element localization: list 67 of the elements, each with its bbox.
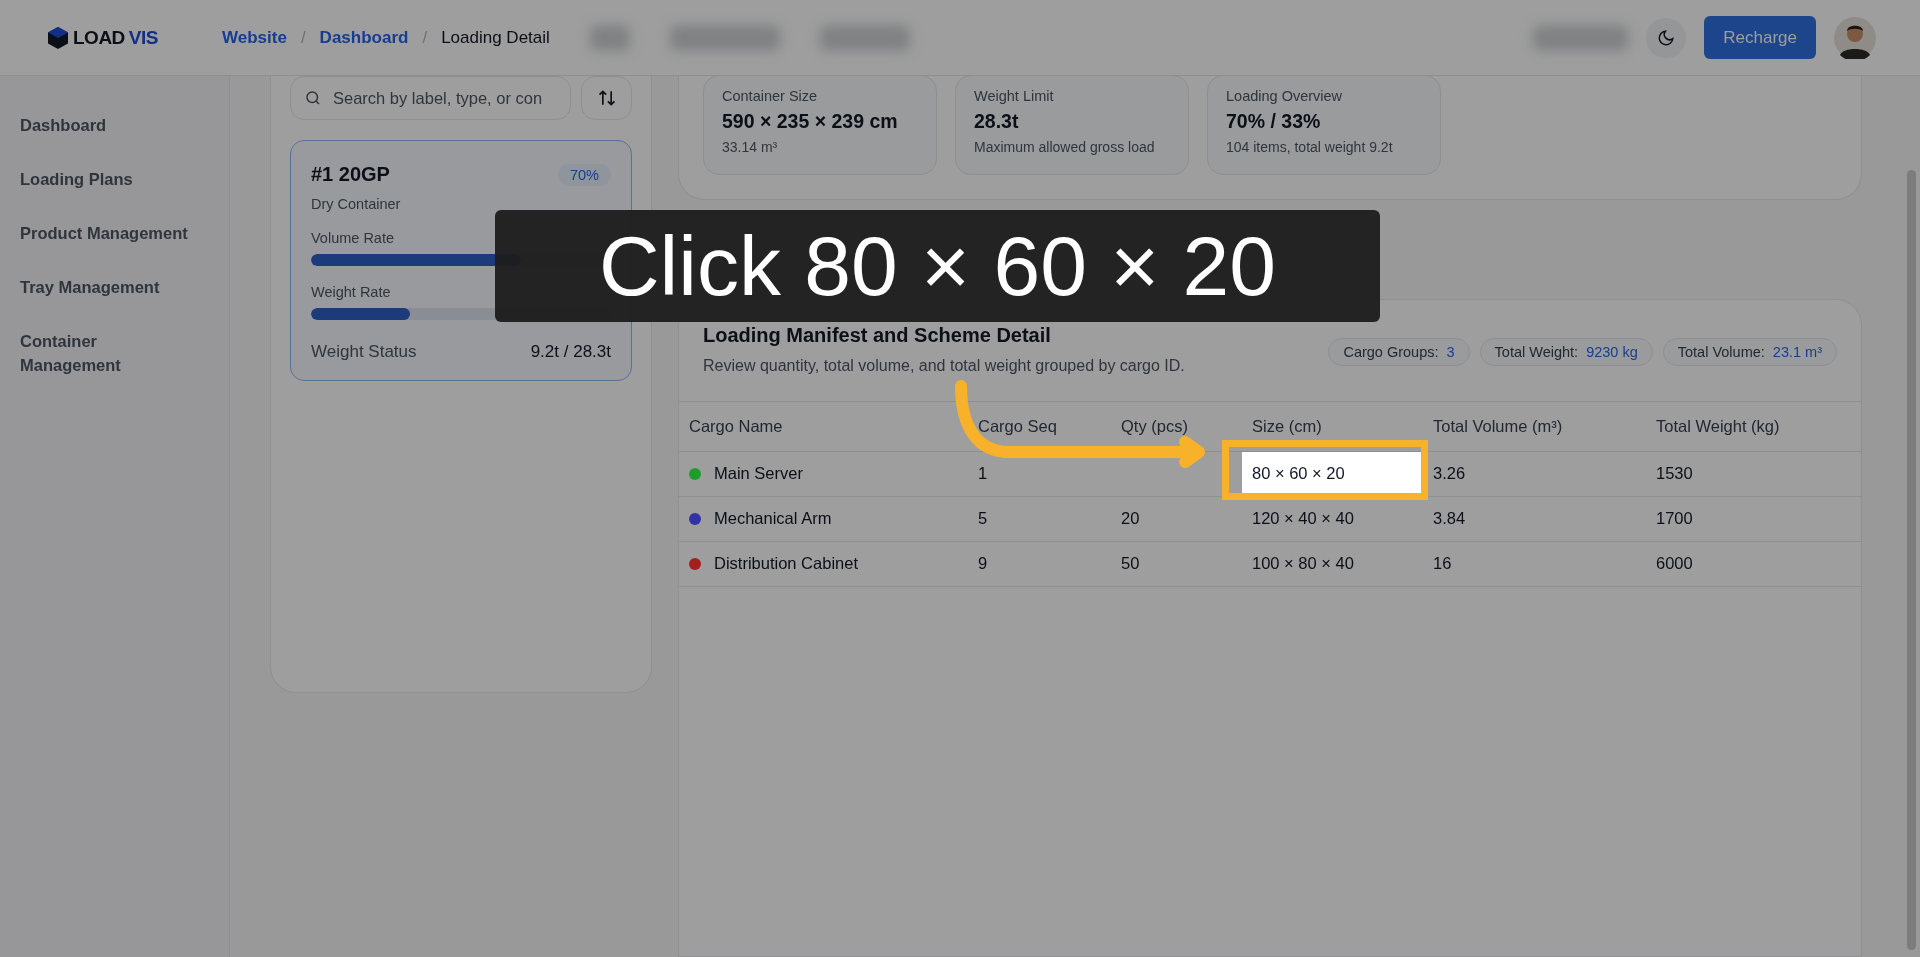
table-cell: 20 (1111, 496, 1242, 541)
sidebar-item[interactable]: Loading Plans (20, 167, 200, 191)
stat-value: 590 × 235 × 239 cm (722, 110, 899, 133)
scrollbar[interactable] (1907, 170, 1916, 950)
table-cell: 3.84 (1423, 496, 1646, 541)
table-cell: 120 × 40 × 40 (1242, 496, 1423, 541)
column-header: Cargo Name (679, 402, 968, 451)
table-cell: Main Server (714, 464, 803, 483)
chip-value: 23.1 m³ (1772, 344, 1822, 360)
metric-label: Weight Rate (311, 284, 391, 300)
metric-label: Volume Rate (311, 230, 395, 246)
table-cell: 1530 (1646, 451, 1861, 496)
column-header: Total Weight (kg) (1646, 402, 1861, 451)
breadcrumb-separator: / (300, 27, 306, 48)
breadcrumb-link[interactable]: Website (222, 27, 287, 48)
stat-note: 33.14 m³ (722, 139, 779, 155)
table-cell: 6000 (1646, 541, 1861, 586)
stat-label: Weight Limit (974, 88, 1055, 104)
manifest-title: Loading Manifest and Scheme Detail (703, 324, 1052, 347)
container-title: #1 20GP (311, 163, 390, 186)
stat-note: Maximum allowed gross load (974, 139, 1156, 155)
sidebar-item[interactable]: Product Management (20, 221, 200, 245)
breadcrumb-current[interactable]: Loading Detail (441, 27, 550, 48)
column-header: Qty (pcs) (1111, 402, 1242, 451)
chip-label: Total Volume: (1677, 344, 1765, 360)
table-cell: Distribution Cabinet (714, 554, 858, 573)
moon-icon (1657, 28, 1676, 47)
stat-value: 28.3t (974, 110, 1020, 133)
column-header: Total Volume (m³) (1423, 402, 1646, 451)
sort-icon (596, 88, 617, 108)
search-field[interactable]: Search by label, type, or con (290, 76, 571, 120)
stat-label: Loading Overview (1226, 88, 1344, 104)
column-header: Cargo Seq (968, 402, 1111, 451)
manifest-subtitle: Review quantity, total volume, and total weight grouped by cargo ID. (703, 357, 1185, 375)
breadcrumb-separator: / (422, 27, 428, 48)
sidebar-item[interactable]: Dashboard (20, 113, 200, 137)
stat-label: Container Size (722, 88, 819, 104)
chip-label: Cargo Groups: (1343, 344, 1439, 360)
blurred-area (589, 24, 630, 51)
status-value: 9.2t / 28.3t (530, 342, 611, 362)
table-cell: 16 (1423, 541, 1646, 586)
avatar[interactable] (1834, 16, 1876, 59)
sort-button[interactable] (581, 76, 632, 120)
chip-label: Total Weight: (1494, 344, 1579, 360)
table-cell: 5 (968, 496, 1111, 541)
table-cell: 100 × 80 × 40 (1242, 541, 1423, 586)
tutorial-tooltip: Click 80 × 60 × 20 (495, 210, 1380, 322)
stat-note: 104 items, total weight 9.2t (1226, 139, 1394, 155)
table-cell: 3.26 (1423, 451, 1646, 496)
table-cell: 50 (1111, 541, 1242, 586)
sidebar-item[interactable]: Container Management (20, 329, 200, 377)
sidebar-item[interactable]: Tray Management (20, 275, 200, 299)
status-label: Weight Status (311, 342, 417, 362)
table-cell: Mechanical Arm (714, 509, 832, 528)
column-header: Size (cm) (1242, 402, 1423, 451)
stat-value: 70% / 33% (1226, 110, 1322, 133)
chip-value: 9230 kg (1586, 344, 1638, 360)
logo: LOAD VIS (47, 25, 222, 50)
table-cell: 1700 (1646, 496, 1861, 541)
search-icon (304, 89, 322, 107)
table-cell: 9 (968, 541, 1111, 586)
chip-value: 3 (1446, 344, 1455, 360)
recharge-button[interactable]: Recharge (1704, 16, 1816, 59)
breadcrumb-link[interactable]: Dashboard (319, 27, 409, 48)
container-type: Dry Container (311, 196, 402, 212)
rate-badge: 70% (557, 163, 611, 186)
table-cell: 1 (968, 451, 1111, 496)
